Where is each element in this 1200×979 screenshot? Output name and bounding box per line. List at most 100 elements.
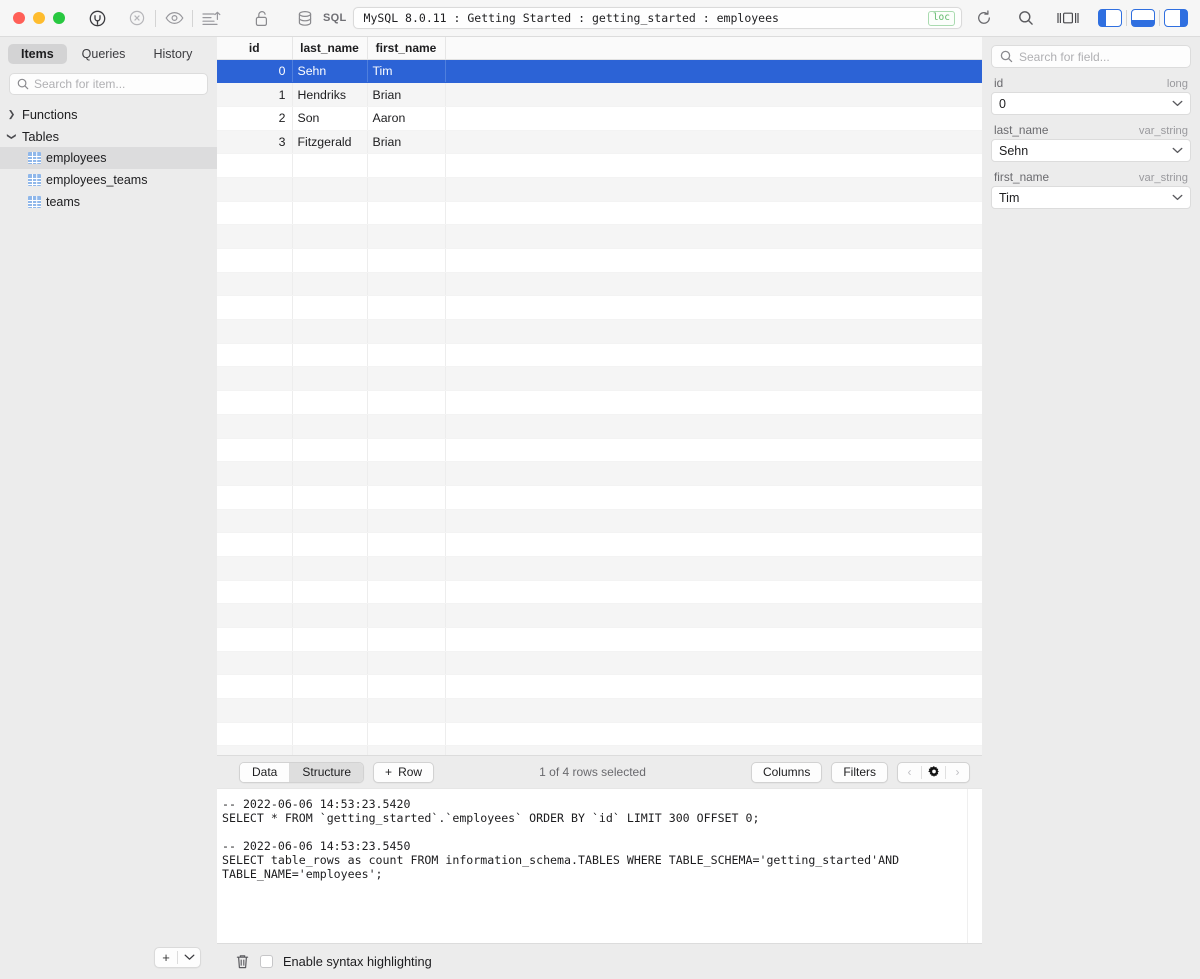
table-row-empty[interactable] [217,248,982,273]
cell-empty[interactable] [367,272,446,297]
cell-empty[interactable] [217,698,293,723]
cell-empty[interactable] [367,153,446,178]
field-first-name-input[interactable]: Tim [991,186,1191,209]
trash-icon[interactable] [235,953,250,970]
table-row[interactable]: 0 Sehn Tim [217,59,982,84]
table-row-empty[interactable] [217,319,982,344]
cell-empty[interactable] [367,438,446,463]
tree-group-functions[interactable]: ❯ Functions [0,103,217,125]
cell-id[interactable]: 2 [217,106,293,131]
columns-button[interactable]: Columns [750,761,823,783]
table-row-empty[interactable] [217,485,982,510]
table-row[interactable]: 2 Son Aaron [217,106,982,131]
table-row-empty[interactable] [217,651,982,676]
add-row-button[interactable]: + Row [373,761,435,783]
cell-empty[interactable] [217,722,293,747]
cell-empty[interactable] [367,603,446,628]
data-grid[interactable]: id last_name first_name 0 Sehn Tim 1 Hendrik… [217,37,982,755]
sort-export-icon[interactable] [197,4,225,32]
table-row-empty[interactable] [217,509,982,534]
cell-empty[interactable] [292,438,368,463]
cell-last-name[interactable]: Son [292,106,368,131]
table-row-empty[interactable] [217,295,982,321]
sidebar-search[interactable] [9,73,208,95]
chevron-down-icon[interactable] [1172,147,1183,154]
structure-view-tab[interactable]: Structure [289,762,364,782]
tab-queries[interactable]: Queries [69,44,139,64]
cell-empty[interactable] [367,177,446,202]
view-mode-segmented-control[interactable]: Data Structure [239,761,365,783]
maximize-window-button[interactable] [53,12,65,24]
cell-empty[interactable] [217,153,293,178]
cell-empty[interactable] [217,366,293,392]
filters-button[interactable]: Filters [831,761,888,783]
field-search[interactable] [991,45,1191,68]
table-row-empty[interactable] [217,438,982,463]
path-bar[interactable]: MySQL 8.0.11 : Getting Started : getting… [352,7,962,29]
chevron-down-icon[interactable] [1172,100,1183,107]
cell-empty[interactable] [292,674,368,700]
cell-empty[interactable] [217,603,293,628]
cell-empty[interactable] [367,580,446,605]
cell-empty[interactable] [292,272,368,297]
add-item-button[interactable]: + [155,948,177,967]
syntax-highlighting-checkbox[interactable] [260,955,273,968]
minimize-window-button[interactable] [33,12,45,24]
cell-empty[interactable] [217,343,293,368]
table-row-empty[interactable] [217,580,982,605]
cell-empty[interactable] [367,224,446,249]
sql-mode-label[interactable]: SQL [323,12,347,24]
cell-empty[interactable] [292,603,368,628]
cell-empty[interactable] [217,532,293,557]
cell-last-name[interactable]: Fitzgerald [292,130,368,155]
tab-items[interactable]: Items [8,44,67,64]
cell-empty[interactable] [217,745,293,755]
cell-empty[interactable] [367,343,446,368]
cell-empty[interactable] [292,509,368,534]
cell-empty[interactable] [217,177,293,202]
cell-empty[interactable] [367,248,446,273]
cell-empty[interactable] [292,319,368,344]
table-row-empty[interactable] [217,201,982,226]
cell-empty[interactable] [367,556,446,581]
chevron-right-icon[interactable]: ❯ [6,109,17,120]
gear-icon[interactable] [922,763,945,782]
cell-empty[interactable] [217,627,293,652]
field-last-name-input[interactable]: Sehn [991,139,1191,162]
cell-empty[interactable] [367,745,446,755]
table-row-empty[interactable] [217,603,982,628]
cell-empty[interactable] [292,343,368,368]
cell-empty[interactable] [292,414,368,439]
cell-empty[interactable] [292,461,368,486]
cell-id[interactable]: 3 [217,130,293,155]
cell-empty[interactable] [217,556,293,581]
table-row-empty[interactable] [217,745,982,755]
eye-icon[interactable] [160,4,188,32]
table-row-empty[interactable] [217,272,982,297]
table-row-empty[interactable] [217,627,982,652]
cell-empty[interactable] [292,224,368,249]
cell-empty[interactable] [217,272,293,297]
cell-empty[interactable] [367,722,446,747]
center-panel-icon[interactable] [1054,4,1082,32]
cell-empty[interactable] [217,295,293,321]
column-header-first-name[interactable]: first_name [367,37,446,60]
cell-empty[interactable] [217,509,293,534]
cell-empty[interactable] [367,201,446,226]
cell-empty[interactable] [367,627,446,652]
toggle-right-sidebar-button[interactable] [1164,9,1188,27]
table-row-empty[interactable] [217,461,982,486]
search-icon[interactable] [1012,4,1040,32]
column-header-id[interactable]: id [217,37,293,60]
table-row-empty[interactable] [217,366,982,392]
cell-empty[interactable] [367,485,446,510]
table-row[interactable]: 1 Hendriks Brian [217,82,982,107]
cell-empty[interactable] [292,722,368,747]
cell-empty[interactable] [292,153,368,178]
chevron-down-icon[interactable] [1172,194,1183,201]
cell-empty[interactable] [367,319,446,344]
cell-empty[interactable] [217,248,293,273]
add-item-split-button[interactable]: + [154,946,201,968]
tree-group-tables[interactable]: ❯ Tables [0,125,217,147]
toggle-left-sidebar-button[interactable] [1098,9,1122,27]
